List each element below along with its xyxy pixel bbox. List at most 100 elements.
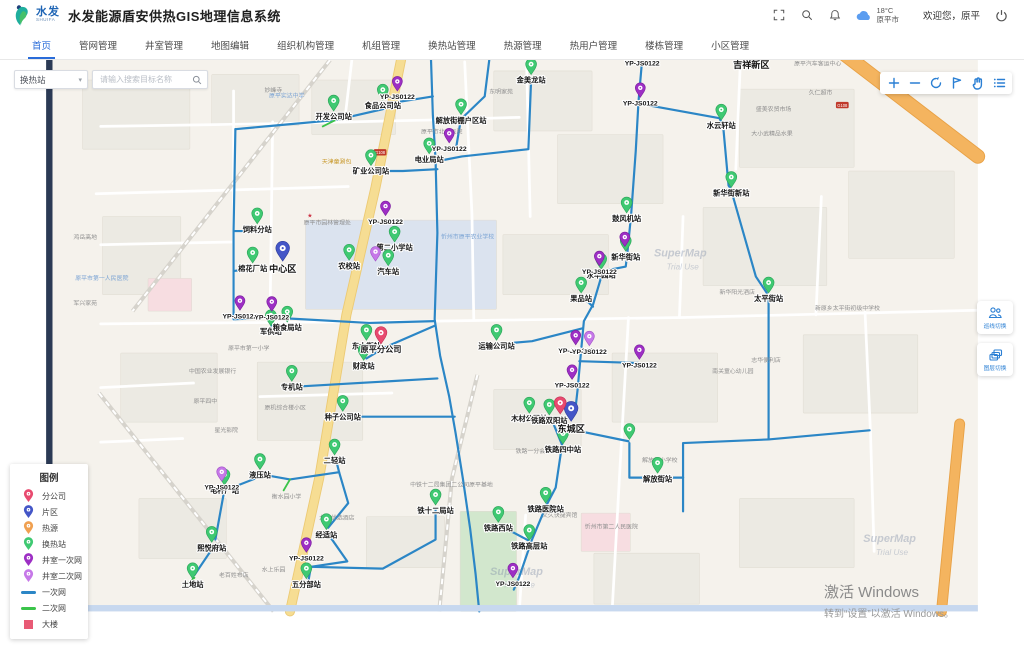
pin-glyph-dot <box>334 444 336 446</box>
marker-label: 财政站 <box>352 361 376 370</box>
supermap-trial-watermark: SuperMap <box>863 533 916 545</box>
legend-label: 大楼 <box>42 619 58 630</box>
map-poi-label: 原机综合楼小区 <box>265 403 306 411</box>
map-poi-label: 中国农业发展银行 <box>189 367 236 375</box>
legend-label: 热源 <box>42 523 58 534</box>
tab-5[interactable]: 机组管理 <box>348 30 414 59</box>
map-area: SuperMapTrial UseSuperMapTrial UseSuperM… <box>0 60 1024 666</box>
legend-label: 井室一次网 <box>42 555 82 566</box>
search-icon[interactable] <box>800 8 814 22</box>
zoom-in-button[interactable] <box>883 74 904 92</box>
marker-label: 五分部站 <box>292 580 322 589</box>
pin-glyph-dot <box>639 87 641 89</box>
legend-swatch <box>20 591 36 594</box>
pin-glyph-dot <box>239 300 241 302</box>
pin-glyph-dot <box>397 81 399 83</box>
map-block <box>503 235 609 295</box>
map-poi-label: 大小武精品水果 <box>751 130 792 138</box>
marker-label: 专机站 <box>281 382 304 391</box>
map-block <box>803 335 918 413</box>
map-canvas[interactable]: SuperMapTrial UseSuperMapTrial UseSuperM… <box>0 60 1024 666</box>
tab-9[interactable]: 楼栋管理 <box>631 30 697 59</box>
pin-glyph-dot <box>306 542 308 544</box>
pin-glyph-dot <box>599 255 601 257</box>
tab-10[interactable]: 小区管理 <box>697 30 763 59</box>
map-block <box>739 89 854 167</box>
map-legend: 图例 分公司片区热源换热站井室一次网井室二次网一次网二次网大楼 <box>10 464 88 639</box>
pin-glyph-dot <box>497 511 499 513</box>
marker-label: YP-JS0122 <box>254 314 289 321</box>
tab-4[interactable]: 组织机构管理 <box>263 30 348 59</box>
search-icon[interactable] <box>192 75 202 85</box>
pin-glyph-dot <box>629 428 631 430</box>
pan-button[interactable] <box>967 74 988 92</box>
map-poi-label: 盛美农贸市场 <box>756 105 792 113</box>
layer-list-button[interactable] <box>988 74 1009 92</box>
pin-glyph-dot <box>252 252 254 254</box>
map-poi-label: 军兴家苑 <box>73 299 97 307</box>
pin-glyph-dot <box>382 89 384 91</box>
measure-button[interactable] <box>946 74 967 92</box>
pin-glyph-dot <box>624 236 626 238</box>
marker-label: 熙悦府站 <box>197 543 227 552</box>
map-block <box>739 499 854 568</box>
pin-glyph-dot <box>545 492 547 494</box>
page-title: 水发能源盾安供热GIS地理信息系统 <box>68 6 281 25</box>
legend-item-6: 一次网 <box>10 584 88 600</box>
map-poi-label: 新华阳光酒店 <box>719 288 755 296</box>
map-poi-label: ★ <box>307 212 312 219</box>
marker-label: YP-JS0122 <box>555 383 590 390</box>
pin-glyph-dot <box>366 329 368 331</box>
logout-icon[interactable] <box>994 8 1008 22</box>
map-poi-label: 鸿岳高地 <box>73 233 97 241</box>
tab-8[interactable]: 热用户管理 <box>556 30 632 59</box>
map-poi-label: 星光影院 <box>214 426 238 434</box>
pin-glyph-dot <box>342 400 344 402</box>
patrol-switch-button[interactable]: 巡线切换 <box>977 301 1013 334</box>
marker-label: 原平分公司 <box>361 344 402 354</box>
pin-glyph-dot <box>528 402 530 404</box>
reset-view-button[interactable] <box>925 74 946 92</box>
marker-label: 解放街棚户区站 <box>435 116 488 125</box>
welcome-text: 欢迎您，原平 <box>923 8 980 22</box>
marker-label: YP-JS0122 <box>582 269 617 276</box>
tab-7[interactable]: 热源管理 <box>490 30 556 59</box>
tab-2[interactable]: 井室管理 <box>131 30 197 59</box>
pin-glyph-dot <box>256 213 258 215</box>
zoom-out-button[interactable] <box>904 74 925 92</box>
layers-icon <box>987 347 1003 362</box>
marker-label: YP-JS0122 <box>625 60 660 67</box>
pin-glyph-dot <box>370 154 372 156</box>
fullscreen-icon[interactable] <box>772 8 786 22</box>
search-category-select[interactable]: 换热站 ▾ <box>14 70 88 89</box>
marker-label: 太平街站 <box>753 294 784 303</box>
map-block <box>83 80 190 149</box>
legend-label: 片区 <box>42 507 58 518</box>
map-marker-district[interactable]: 吉祥新区 <box>733 60 769 70</box>
bell-icon[interactable] <box>828 8 842 22</box>
legend-item-8: 大楼 <box>10 616 88 632</box>
marker-label: 二轻站 <box>324 456 347 465</box>
pin-glyph-dot <box>211 531 213 533</box>
tab-1[interactable]: 管网管理 <box>65 30 131 59</box>
pin-glyph-dot <box>570 407 572 409</box>
tab-6[interactable]: 换热站管理 <box>414 30 490 59</box>
search-input[interactable] <box>98 74 192 85</box>
map-poi-label: 志华便利店 <box>751 356 781 364</box>
legend-swatch <box>20 569 36 583</box>
marker-label: YP-JS0122 <box>572 349 607 356</box>
marker-label: YP-JS0122 <box>623 100 658 107</box>
road-number-text: G108 <box>837 103 848 108</box>
layer-switch-button[interactable]: 图层切换 <box>977 343 1013 376</box>
legend-swatch <box>20 505 36 519</box>
pin-glyph-dot <box>528 529 530 531</box>
tab-0[interactable]: 首页 <box>18 30 65 59</box>
pin-glyph-dot <box>580 282 582 284</box>
marker-label: 铁路西站 <box>484 523 514 532</box>
marker-label: YP-JS0122 <box>622 363 657 370</box>
legend-title: 图例 <box>10 470 88 484</box>
tab-3[interactable]: 地图编辑 <box>197 30 263 59</box>
legend-item-0: 分公司 <box>10 488 88 504</box>
pin-glyph-dot <box>428 142 430 144</box>
map-marker-well1[interactable]: YP-JS0122 <box>625 60 660 67</box>
